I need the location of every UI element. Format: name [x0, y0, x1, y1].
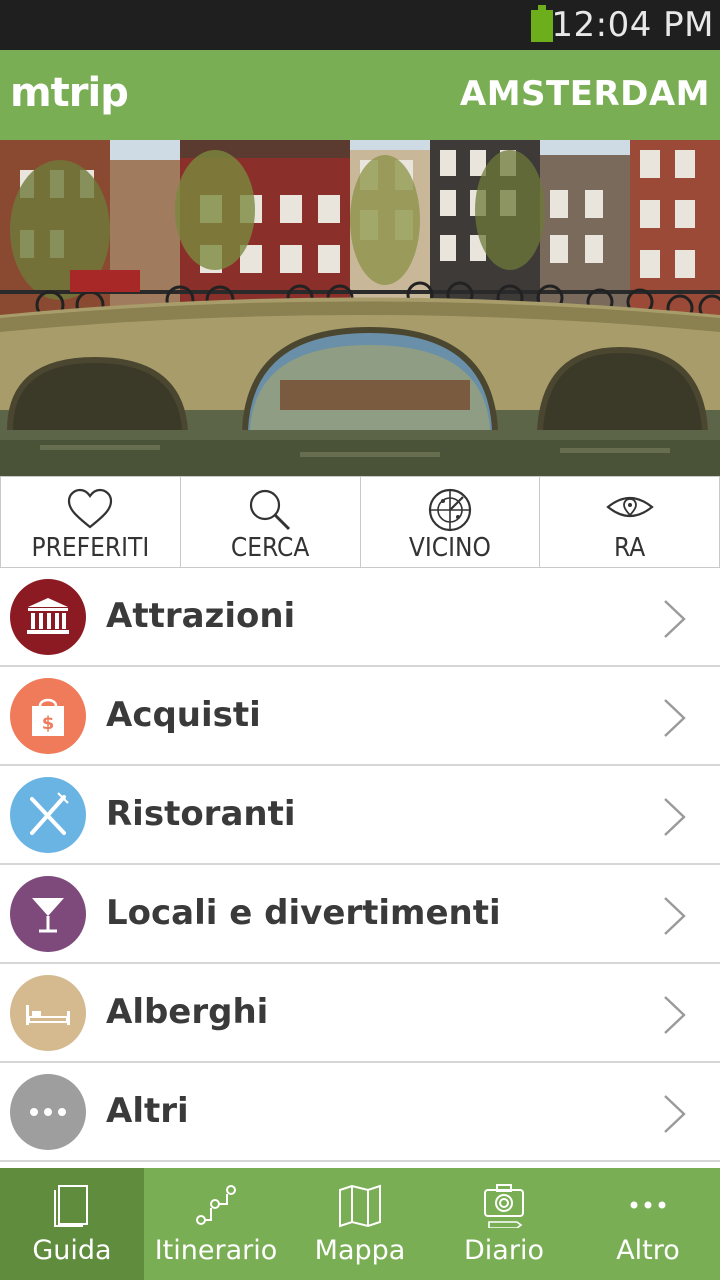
- route-icon: [196, 1185, 236, 1225]
- tab-mappa[interactable]: Mappa: [288, 1168, 432, 1280]
- city-name[interactable]: AMSTERDAM: [460, 74, 710, 114]
- category-label: Ristoranti: [106, 794, 296, 834]
- amsterdam-canal-bridge-photo: [0, 140, 720, 476]
- book-icon: [54, 1185, 88, 1227]
- quick-action-label: VICINO: [408, 533, 491, 563]
- museum-icon: [10, 579, 86, 655]
- app-logo[interactable]: mtrip: [10, 70, 129, 116]
- more-icon: [10, 1074, 86, 1150]
- chevron-right-icon: [664, 600, 686, 638]
- category-label: Alberghi: [106, 992, 269, 1032]
- quick-action-label: PREFERITI: [31, 533, 150, 563]
- category-list: Attrazioni $ Acquisti Ristoranti Locali …: [0, 568, 720, 1162]
- quick-action-ra[interactable]: RA: [539, 477, 720, 567]
- tab-guida[interactable]: Guida: [0, 1168, 144, 1280]
- battery-icon: [531, 5, 553, 42]
- tab-diario[interactable]: Diario: [432, 1168, 576, 1280]
- quick-action-cerca[interactable]: CERCA: [179, 477, 360, 567]
- list-item-altri[interactable]: Altri: [0, 1063, 720, 1162]
- tab-altro[interactable]: Altro: [576, 1168, 720, 1280]
- quick-action-vicino[interactable]: VICINO: [359, 477, 540, 567]
- quick-actions: PREFERITI CERCA VICINO RA: [0, 476, 720, 568]
- category-label: Altri: [106, 1091, 189, 1131]
- chevron-right-icon: [664, 897, 686, 935]
- fork-knife-icon: [10, 777, 86, 853]
- bottom-tab-bar: Guida Itinerario Mappa Diario Altro: [0, 1168, 720, 1280]
- tab-label: Guida: [32, 1235, 112, 1266]
- quick-action-label: CERCA: [230, 533, 310, 563]
- radar-icon: [428, 488, 471, 532]
- app-header: mtrip AMSTERDAM: [0, 50, 720, 140]
- list-item-acquisti[interactable]: $ Acquisti: [0, 667, 720, 766]
- hero-image: [0, 140, 720, 476]
- tab-itinerario[interactable]: Itinerario: [144, 1168, 288, 1280]
- list-item-attrazioni[interactable]: Attrazioni: [0, 568, 720, 667]
- category-label: Acquisti: [106, 695, 261, 735]
- category-label: Attrazioni: [106, 596, 296, 636]
- status-bar: 12:04 PM: [0, 0, 720, 50]
- list-item-alberghi[interactable]: Alberghi: [0, 964, 720, 1063]
- cocktail-icon: [10, 876, 86, 952]
- chevron-right-icon: [664, 996, 686, 1034]
- chevron-right-icon: [664, 798, 686, 836]
- chevron-right-icon: [664, 1095, 686, 1133]
- chevron-right-icon: [664, 699, 686, 737]
- camera-icon: [484, 1184, 524, 1228]
- quick-action-preferiti[interactable]: PREFERITI: [0, 477, 180, 567]
- heart-icon: [68, 488, 113, 529]
- tab-label: Diario: [464, 1235, 544, 1266]
- svg-text:$: $: [42, 713, 55, 734]
- search-icon: [250, 489, 291, 531]
- category-label: Locali e divertimenti: [106, 893, 501, 933]
- list-item-locali[interactable]: Locali e divertimenti: [0, 865, 720, 964]
- tab-label: Altro: [616, 1235, 680, 1266]
- eye-icon: [605, 496, 654, 518]
- quick-action-label: RA: [614, 533, 646, 563]
- bed-icon: [10, 975, 86, 1051]
- status-clock: 12:04 PM: [551, 5, 714, 45]
- more-dots-icon: [630, 1201, 666, 1209]
- tab-label: Itinerario: [154, 1235, 278, 1266]
- tab-label: Mappa: [314, 1235, 406, 1266]
- shopping-bag-icon: $: [10, 678, 86, 754]
- list-item-ristoranti[interactable]: Ristoranti: [0, 766, 720, 865]
- map-icon: [339, 1184, 381, 1228]
